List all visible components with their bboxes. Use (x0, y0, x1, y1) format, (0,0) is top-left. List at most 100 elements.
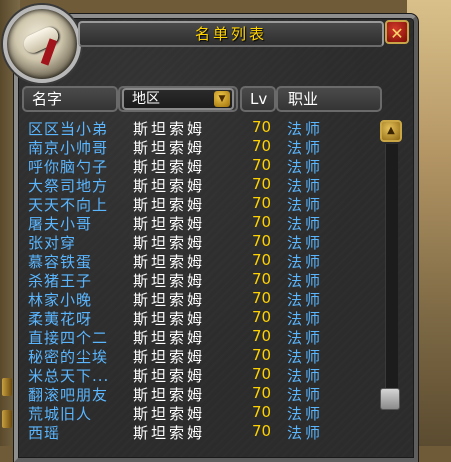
player-level: 70 (252, 213, 272, 231)
zone-dropdown[interactable]: 地区 ▼ (122, 88, 234, 110)
scrollbar-track[interactable] (385, 144, 398, 390)
player-name: 大祭司地方 (28, 177, 109, 195)
player-class: 法师 (287, 405, 324, 423)
player-class: 法师 (287, 196, 324, 214)
player-level: 70 (252, 270, 272, 288)
zone-dropdown-label: 地区 (132, 91, 160, 107)
player-row[interactable]: 荒城旧人 斯坦索姆 70 法师 (28, 403, 368, 423)
player-name: 呼你脑勺子 (28, 158, 109, 176)
player-level: 70 (252, 156, 272, 174)
player-level: 70 (252, 118, 272, 136)
player-class: 法师 (287, 424, 324, 442)
player-zone: 斯坦索姆 (133, 158, 206, 176)
scrollbar-thumb[interactable] (380, 388, 400, 410)
player-zone: 斯坦索姆 (133, 367, 206, 385)
column-header-name-label: 名字 (32, 90, 63, 108)
player-name: 慕容铁蛋 (28, 253, 93, 271)
player-zone: 斯坦索姆 (133, 177, 206, 195)
player-name: 林家小晚 (28, 291, 93, 309)
player-level: 70 (252, 308, 272, 326)
player-class: 法师 (287, 120, 324, 138)
player-row[interactable]: 直接四个二 斯坦索姆 70 法师 (28, 327, 368, 347)
column-header-name[interactable]: 名字 (22, 86, 118, 112)
player-class: 法师 (287, 386, 324, 404)
player-name: 翻滚吧朋友 (28, 386, 109, 404)
player-class: 法师 (287, 158, 324, 176)
player-row[interactable]: 杀猪王子 斯坦索姆 70 法师 (28, 270, 368, 290)
player-row[interactable]: 米总天下... 斯坦索姆 70 法师 (28, 365, 368, 385)
player-name: 米总天下... (28, 367, 110, 385)
player-level: 70 (252, 346, 272, 364)
player-name: 南京小帅哥 (28, 139, 109, 157)
close-button[interactable]: ✕ (385, 20, 409, 44)
player-class: 法师 (287, 272, 324, 290)
column-header-level[interactable]: Lv (240, 86, 276, 112)
player-zone: 斯坦索姆 (133, 272, 206, 290)
player-row[interactable]: 慕容铁蛋 斯坦索姆 70 法师 (28, 251, 368, 271)
player-zone: 斯坦索姆 (133, 310, 206, 328)
player-row[interactable]: 西瑶 斯坦索姆 70 法师 (28, 422, 368, 442)
player-name: 天天不向上 (28, 196, 109, 214)
player-name: 张对穿 (28, 234, 77, 252)
player-class: 法师 (287, 215, 324, 233)
player-class: 法师 (287, 291, 324, 309)
player-row[interactable]: 翻滚吧朋友 斯坦索姆 70 法师 (28, 384, 368, 404)
player-name: 屠夫小哥 (28, 215, 93, 233)
player-zone: 斯坦索姆 (133, 215, 206, 233)
player-row[interactable]: 南京小帅哥 斯坦索姆 70 法师 (28, 137, 368, 157)
player-row[interactable]: 呼你脑勺子 斯坦索姆 70 法师 (28, 156, 368, 176)
title-bar[interactable]: 名单列表 (78, 21, 384, 47)
player-row[interactable]: 秘密的尘埃 斯坦索姆 70 法师 (28, 346, 368, 366)
player-zone: 斯坦索姆 (133, 291, 206, 309)
player-zone: 斯坦索姆 (133, 348, 206, 366)
player-level: 70 (252, 403, 272, 421)
player-level: 70 (252, 251, 272, 269)
player-zone: 斯坦索姆 (133, 139, 206, 157)
player-zone: 斯坦索姆 (133, 405, 206, 423)
player-level: 70 (252, 289, 272, 307)
player-level: 70 (252, 327, 272, 345)
column-header-class[interactable]: 职业 (276, 86, 382, 112)
window-title: 名单列表 (194, 25, 267, 43)
player-zone: 斯坦索姆 (133, 386, 206, 404)
player-row[interactable]: 屠夫小哥 斯坦索姆 70 法师 (28, 213, 368, 233)
window-portrait (3, 5, 81, 83)
player-level: 70 (252, 365, 272, 383)
player-name: 荒城旧人 (28, 405, 93, 423)
player-row[interactable]: 大祭司地方 斯坦索姆 70 法师 (28, 175, 368, 195)
side-tab-handle[interactable] (2, 410, 12, 428)
player-zone: 斯坦索姆 (133, 424, 206, 442)
player-class: 法师 (287, 329, 324, 347)
player-row[interactable]: 林家小晚 斯坦索姆 70 法师 (28, 289, 368, 309)
player-name: 柔荑花呀 (28, 310, 93, 328)
player-class: 法师 (287, 348, 324, 366)
player-class: 法师 (287, 310, 324, 328)
side-tab-handle[interactable] (2, 378, 12, 396)
player-zone: 斯坦索姆 (133, 253, 206, 271)
player-level: 70 (252, 232, 272, 250)
player-class: 法师 (287, 234, 324, 252)
chevron-down-icon[interactable]: ▼ (214, 91, 230, 107)
column-header-level-label: Lv (250, 90, 268, 108)
player-level: 70 (252, 384, 272, 402)
player-level: 70 (252, 175, 272, 193)
player-zone: 斯坦索姆 (133, 329, 206, 347)
column-header-class-label: 职业 (288, 90, 319, 108)
player-level: 70 (252, 137, 272, 155)
player-row[interactable]: 区区当小弟 斯坦索姆 70 法师 (28, 118, 368, 138)
player-class: 法师 (287, 253, 324, 271)
player-name: 直接四个二 (28, 329, 109, 347)
player-row[interactable]: 柔荑花呀 斯坦索姆 70 法师 (28, 308, 368, 328)
player-zone: 斯坦索姆 (133, 120, 206, 138)
player-class: 法师 (287, 139, 324, 157)
player-name: 秘密的尘埃 (28, 348, 109, 366)
player-zone: 斯坦索姆 (133, 196, 206, 214)
player-name: 西瑶 (28, 424, 61, 442)
player-row[interactable]: 张对穿 斯坦索姆 70 法师 (28, 232, 368, 252)
player-class: 法师 (287, 177, 324, 195)
player-row[interactable]: 天天不向上 斯坦索姆 70 法师 (28, 194, 368, 214)
player-name: 杀猪王子 (28, 272, 93, 290)
scroll-up-button[interactable]: ▲ (380, 120, 402, 142)
player-level: 70 (252, 194, 272, 212)
player-class: 法师 (287, 367, 324, 385)
